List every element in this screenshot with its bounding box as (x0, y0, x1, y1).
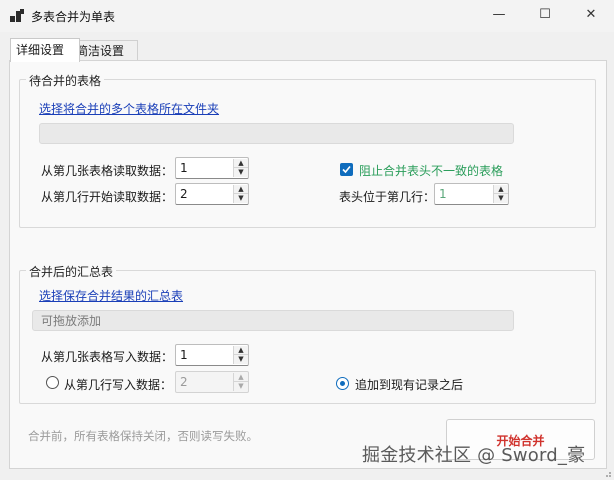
write-row-value: 2 (180, 375, 188, 389)
spin-down-icon[interactable]: ▼ (233, 168, 248, 177)
title-bar: 多表合并为单表 — ☐ ✕ (0, 0, 614, 32)
write-table-value: 1 (180, 348, 188, 362)
start-row-label: 从第几行开始读取数据： (41, 190, 174, 204)
window-title: 多表合并为单表 (31, 10, 116, 24)
footer-note: 合并前，所有表格保持关闭，否则读写失败。 (28, 429, 258, 443)
start-row-stepper[interactable]: 2 ▲ ▼ (175, 183, 249, 205)
spin-down-icon[interactable]: ▼ (233, 194, 248, 203)
start-table-value: 1 (180, 161, 188, 175)
tab-detailed-settings[interactable]: 详细设置 (10, 38, 80, 62)
spin-up-icon[interactable]: ▲ (493, 185, 508, 194)
block-mismatch-checkbox[interactable] (340, 163, 353, 176)
source-folder-path[interactable] (39, 123, 514, 144)
app-icon (10, 9, 24, 22)
write-row-stepper: 2 ▲ ▼ (175, 371, 249, 393)
spin-down-icon[interactable]: ▼ (233, 355, 248, 364)
target-file-path[interactable]: 可拖放添加 (32, 310, 514, 331)
start-row-value: 2 (180, 187, 188, 201)
spin-down-icon[interactable]: ▼ (493, 194, 508, 203)
header-row-label: 表头位于第几行： (339, 190, 436, 204)
minimize-icon: — (492, 7, 506, 22)
write-row-label[interactable]: 从第几行写入数据： (64, 376, 172, 393)
minimize-button[interactable]: — (476, 0, 522, 32)
write-table-stepper[interactable]: 1 ▲ ▼ (175, 344, 249, 366)
maximize-icon: ☐ (539, 7, 551, 22)
close-icon: ✕ (585, 7, 597, 22)
spin-up-icon[interactable]: ▲ (233, 159, 248, 168)
write-row-radio[interactable] (46, 376, 59, 389)
spin-up-icon: ▲ (233, 373, 248, 382)
start-table-stepper[interactable]: 1 ▲ ▼ (175, 157, 249, 179)
write-table-label: 从第几张表格写入数据： (41, 350, 174, 364)
header-row-value: 1 (439, 187, 447, 201)
tab-simple-settings[interactable]: 简洁设置 (70, 40, 138, 61)
resize-grip-icon[interactable] (602, 468, 612, 478)
checkmark-icon (342, 165, 351, 174)
source-group-title: 待合并的表格 (26, 72, 105, 89)
select-target-file-link[interactable]: 选择保存合并结果的汇总表 (39, 287, 183, 304)
watermark: 掘金技术社区 @ Sword_豪 (362, 445, 586, 466)
select-source-folder-link[interactable]: 选择将合并的多个表格所在文件夹 (39, 100, 219, 117)
append-label[interactable]: 追加到现有记录之后 (355, 376, 463, 393)
header-row-stepper[interactable]: 1 ▲ ▼ (434, 183, 509, 205)
start-table-label: 从第几张表格读取数据： (41, 164, 174, 178)
close-button[interactable]: ✕ (568, 0, 614, 32)
maximize-button[interactable]: ☐ (522, 0, 568, 32)
spin-up-icon[interactable]: ▲ (233, 346, 248, 355)
append-radio[interactable] (336, 377, 349, 390)
spin-down-icon: ▼ (233, 382, 248, 391)
target-group-title: 合并后的汇总表 (26, 263, 117, 280)
block-mismatch-label[interactable]: 阻止合并表头不一致的表格 (359, 162, 503, 179)
spin-up-icon[interactable]: ▲ (233, 185, 248, 194)
